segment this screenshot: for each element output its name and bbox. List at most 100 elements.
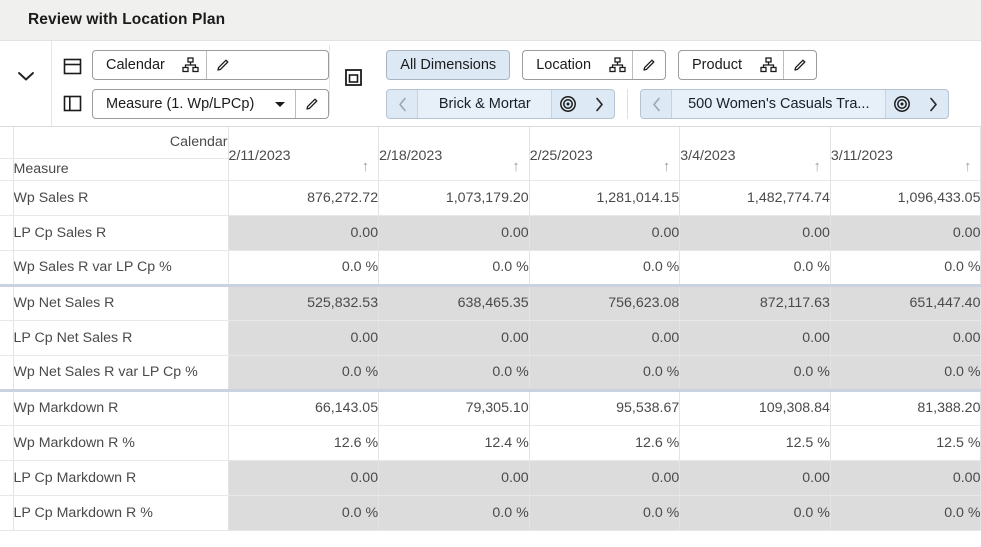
- table-cell[interactable]: 0.00: [529, 215, 681, 251]
- table-row[interactable]: Wp Net Sales R 525,832.53 638,465.35 756,62…: [0, 283, 981, 321]
- hierarchy-icon[interactable]: [176, 51, 206, 79]
- target-icon[interactable]: [886, 90, 918, 118]
- location-nav-value[interactable]: Brick & Mortar: [417, 90, 553, 118]
- chevron-left-icon[interactable]: [641, 90, 671, 118]
- calendar-edit-button[interactable]: [207, 51, 239, 79]
- table-cell[interactable]: 0.00: [830, 215, 981, 251]
- table-cell[interactable]: 0.0 %: [830, 355, 981, 391]
- table-cell[interactable]: 0.0 %: [378, 250, 530, 286]
- layout-icon-column: [52, 41, 92, 126]
- product-nav[interactable]: 500 Women's Casuals Tra...: [640, 89, 950, 119]
- all-dimensions-button[interactable]: All Dimensions: [386, 50, 511, 80]
- table-cell[interactable]: 0.00: [228, 460, 380, 496]
- location-nav[interactable]: Brick & Mortar: [386, 89, 616, 119]
- table-cell[interactable]: 0.0 %: [378, 495, 530, 531]
- table-cell[interactable]: 0.0 %: [228, 495, 380, 531]
- table-cell[interactable]: 0.0 %: [679, 495, 831, 531]
- table-cell[interactable]: 0.0 %: [679, 250, 831, 286]
- table-cell[interactable]: 12.6 %: [529, 425, 681, 461]
- sort-ascending-icon[interactable]: ↑: [362, 158, 370, 175]
- table-cell[interactable]: 0.0 %: [529, 250, 681, 286]
- table-cell[interactable]: 12.6 %: [228, 425, 380, 461]
- table-cell[interactable]: 0.00: [529, 460, 681, 496]
- table-row[interactable]: LP Cp Markdown R % 0.0 % 0.0 % 0.0 % 0.0 % 0.…: [0, 495, 981, 531]
- table-cell[interactable]: 95,538.67: [529, 388, 681, 426]
- column-header-1[interactable]: 2/11/2023 ↑: [228, 127, 380, 181]
- table-cell[interactable]: 0.00: [228, 215, 380, 251]
- table-cell[interactable]: 638,465.35: [378, 283, 530, 321]
- table-cell[interactable]: 0.00: [679, 215, 831, 251]
- table-cell[interactable]: 12.4 %: [378, 425, 530, 461]
- chevron-down-icon[interactable]: [265, 90, 295, 118]
- table-row[interactable]: Wp Net Sales R var LP Cp % 0.0 % 0.0 % 0.0 …: [0, 355, 981, 391]
- table-cell[interactable]: 0.00: [830, 320, 981, 356]
- table-cell[interactable]: 1,096,433.05: [830, 180, 981, 216]
- table-row[interactable]: LP Cp Markdown R 0.00 0.00 0.00 0.00 0.00: [0, 460, 981, 496]
- horizontal-split-icon[interactable]: [63, 57, 82, 76]
- table-cell[interactable]: 12.5 %: [679, 425, 831, 461]
- table-row[interactable]: Wp Markdown R 66,143.05 79,305.10 95,538.67…: [0, 388, 981, 426]
- column-header-3[interactable]: 2/25/2023 ↑: [529, 127, 681, 181]
- table-cell[interactable]: 651,447.40: [830, 283, 981, 321]
- pivot-grid[interactable]: Calendar 2/11/2023 ↑ 2/18/2023 ↑ 2/25/2023 ↑ 3…: [0, 127, 981, 531]
- sort-ascending-icon[interactable]: ↑: [813, 158, 821, 175]
- target-icon[interactable]: [552, 90, 584, 118]
- table-cell[interactable]: 0.0 %: [228, 355, 380, 391]
- table-cell[interactable]: 0.0 %: [378, 355, 530, 391]
- table-row[interactable]: Wp Sales R var LP Cp % 0.0 % 0.0 % 0.0 % 0.0…: [0, 250, 981, 286]
- table-cell[interactable]: 0.00: [830, 460, 981, 496]
- column-header-5[interactable]: 3/11/2023 ↑: [830, 127, 981, 181]
- table-cell[interactable]: 81,388.20: [830, 388, 981, 426]
- table-cell[interactable]: 0.00: [529, 320, 681, 356]
- table-cell[interactable]: 0.00: [679, 320, 831, 356]
- table-cell[interactable]: 0.00: [378, 460, 530, 496]
- location-field[interactable]: Location: [522, 50, 667, 80]
- table-cell[interactable]: 0.0 %: [228, 250, 380, 286]
- table-row[interactable]: LP Cp Net Sales R 0.00 0.00 0.00 0.00 0.00: [0, 320, 981, 356]
- measure-edit-button[interactable]: [296, 90, 328, 118]
- sort-ascending-icon[interactable]: ↑: [512, 158, 520, 175]
- chevron-right-icon[interactable]: [584, 90, 614, 118]
- table-cell[interactable]: 876,272.72: [228, 180, 380, 216]
- chevron-left-icon[interactable]: [387, 90, 417, 118]
- collapse-toolbar-button[interactable]: [0, 41, 52, 126]
- product-edit-button[interactable]: [784, 51, 816, 79]
- table-cell[interactable]: 0.00: [378, 320, 530, 356]
- table-cell[interactable]: 0.0 %: [529, 355, 681, 391]
- dimension-nav-row: Brick & Mortar 500 Women's Casuals Tra..…: [386, 89, 950, 119]
- calendar-field[interactable]: Calendar: [92, 50, 330, 80]
- column-header-4[interactable]: 3/4/2023 ↑: [679, 127, 831, 181]
- table-cell[interactable]: 109,308.84: [679, 388, 831, 426]
- table-cell[interactable]: 0.0 %: [679, 355, 831, 391]
- table-cell[interactable]: 0.0 %: [830, 495, 981, 531]
- vertical-split-icon[interactable]: [63, 94, 82, 113]
- table-cell[interactable]: 1,281,014.15: [529, 180, 681, 216]
- sort-ascending-icon[interactable]: ↑: [964, 158, 972, 175]
- table-row[interactable]: Wp Sales R 876,272.72 1,073,179.20 1,281,01…: [0, 180, 981, 216]
- sort-ascending-icon[interactable]: ↑: [663, 158, 671, 175]
- table-row[interactable]: LP Cp Sales R 0.00 0.00 0.00 0.00 0.00: [0, 215, 981, 251]
- product-nav-value[interactable]: 500 Women's Casuals Tra...: [671, 90, 887, 118]
- table-row[interactable]: Wp Markdown R % 12.6 % 12.4 % 12.6 % 12.5 % 1…: [0, 425, 981, 461]
- table-cell[interactable]: 1,073,179.20: [378, 180, 530, 216]
- table-cell[interactable]: 0.0 %: [830, 250, 981, 286]
- table-cell[interactable]: 66,143.05: [228, 388, 380, 426]
- table-cell[interactable]: 0.00: [228, 320, 380, 356]
- table-cell[interactable]: 756,623.08: [529, 283, 681, 321]
- table-cell[interactable]: 79,305.10: [378, 388, 530, 426]
- location-edit-button[interactable]: [633, 51, 665, 79]
- table-cell[interactable]: 872,117.63: [679, 283, 831, 321]
- measure-field[interactable]: Measure (1. Wp/LPCp): [92, 89, 330, 119]
- table-cell[interactable]: 525,832.53: [228, 283, 380, 321]
- table-cell[interactable]: 0.0 %: [529, 495, 681, 531]
- hierarchy-icon[interactable]: [753, 51, 783, 79]
- table-cell[interactable]: 12.5 %: [830, 425, 981, 461]
- hierarchy-icon[interactable]: [602, 51, 632, 79]
- table-cell[interactable]: 1,482,774.74: [679, 180, 831, 216]
- chevron-right-icon[interactable]: [918, 90, 948, 118]
- panel-frame-button[interactable]: [330, 41, 376, 126]
- column-header-2[interactable]: 2/18/2023 ↑: [378, 127, 530, 181]
- table-cell[interactable]: 0.00: [679, 460, 831, 496]
- table-cell[interactable]: 0.00: [378, 215, 530, 251]
- product-field[interactable]: Product: [678, 50, 817, 80]
